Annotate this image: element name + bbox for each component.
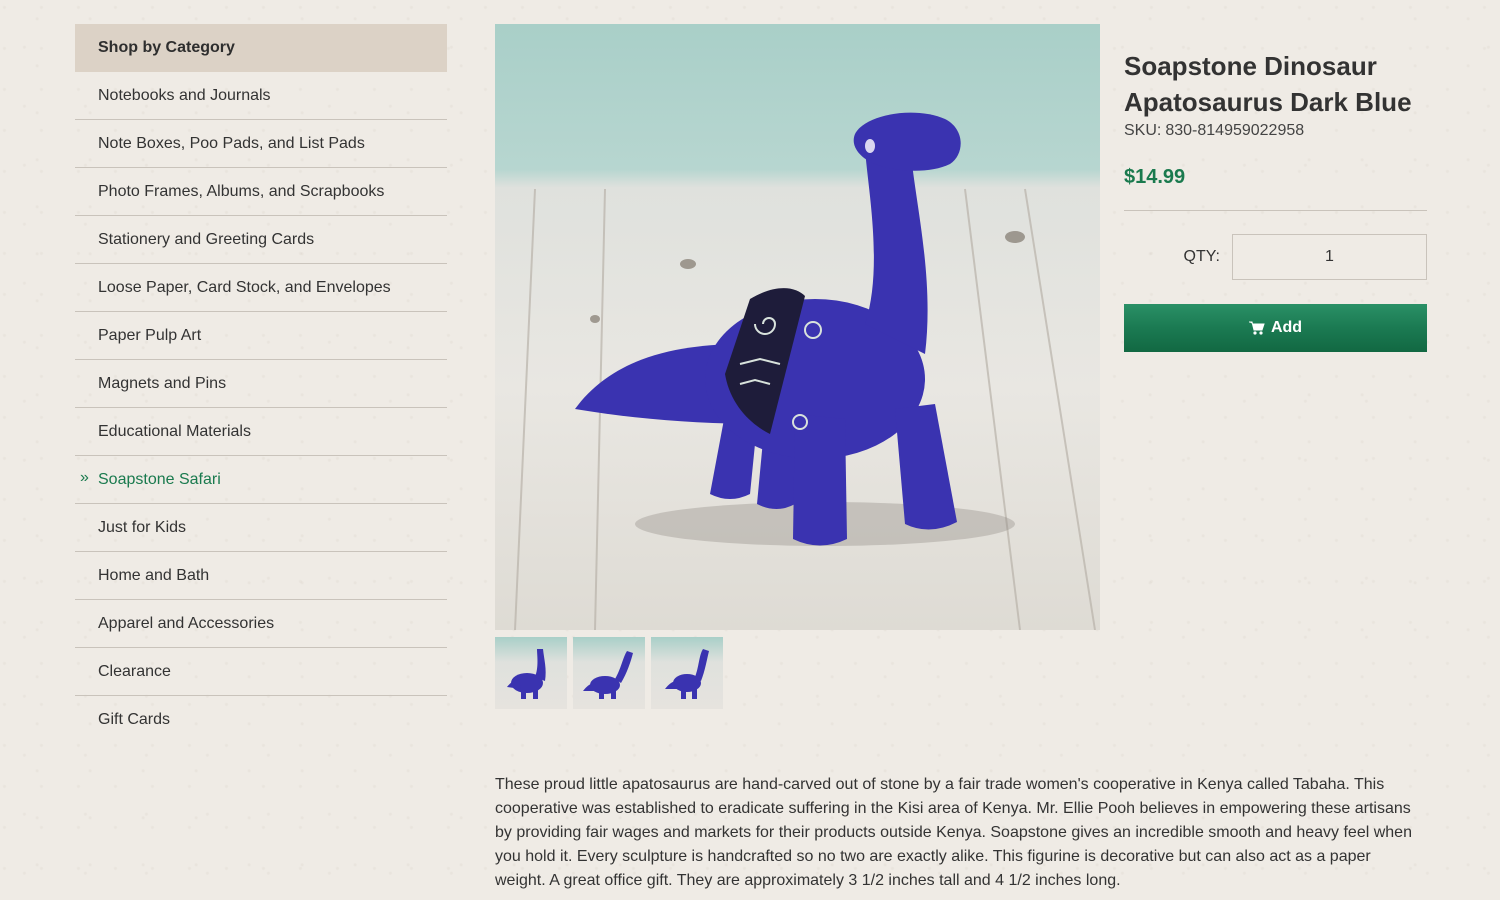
sku-value: 830-814959022958	[1165, 122, 1305, 139]
sidebar-item-label: Soapstone Safari	[98, 470, 221, 488]
sidebar-item-label: Note Boxes, Poo Pads, and List Pads	[98, 134, 365, 152]
sidebar-item-loose-paper-card-stock-and-envelopes[interactable]: Loose Paper, Card Stock, and Envelopes	[75, 264, 447, 312]
sidebar-item-label: Notebooks and Journals	[98, 86, 271, 104]
sidebar-item-label: Clearance	[98, 662, 171, 680]
sidebar-item-soapstone-safari[interactable]: » Soapstone Safari	[75, 456, 447, 504]
sidebar-item-label: Photo Frames, Albums, and Scrapbooks	[98, 182, 385, 200]
sidebar-item-gift-cards[interactable]: Gift Cards	[75, 696, 447, 743]
product-info: Soapstone Dinosaur Apatosaurus Dark Blue…	[1124, 48, 1427, 352]
thumbnail-2[interactable]	[573, 637, 645, 709]
add-button-label: Add	[1270, 319, 1303, 336]
sidebar-item-clearance[interactable]: Clearance	[75, 648, 447, 696]
sidebar-heading: Shop by Category	[75, 24, 447, 72]
sidebar-item-note-boxes-poo-pads-and-list-pads[interactable]: Note Boxes, Poo Pads, and List Pads	[75, 120, 447, 168]
sidebar-item-label: Paper Pulp Art	[98, 326, 202, 344]
divider	[1124, 210, 1427, 211]
dinosaur-photo	[514, 112, 1096, 630]
sidebar-item-label: Just for Kids	[98, 518, 187, 536]
thumbnail-image	[665, 649, 709, 699]
sidebar-item-paper-pulp-art[interactable]: Paper Pulp Art	[75, 312, 447, 360]
sidebar-item-label: Apparel and Accessories	[98, 614, 275, 632]
sidebar-item-label: Magnets and Pins	[98, 374, 227, 392]
category-sidebar: Shop by Category Notebooks and Journals N…	[75, 24, 447, 743]
thumbnail-image	[583, 651, 633, 699]
thumbnail-strip	[495, 637, 723, 709]
sidebar-item-educational-materials[interactable]: Educational Materials	[75, 408, 447, 456]
product-sku: SKU: 830-814959022958	[1124, 122, 1427, 140]
sidebar-item-stationery-and-greeting-cards[interactable]: Stationery and Greeting Cards	[75, 216, 447, 264]
sidebar-item-label: Educational Materials	[98, 422, 251, 440]
sidebar-item-magnets-and-pins[interactable]: Magnets and Pins	[75, 360, 447, 408]
sidebar-item-label: Gift Cards	[98, 710, 171, 728]
active-marker-icon: »	[80, 469, 89, 486]
thumbnail-1[interactable]	[495, 637, 567, 709]
sidebar-item-just-for-kids[interactable]: Just for Kids	[75, 504, 447, 552]
sidebar-item-label: Home and Bath	[98, 566, 210, 584]
quantity-input[interactable]	[1232, 234, 1427, 280]
sidebar-item-photo-frames-albums-and-scrapbooks[interactable]: Photo Frames, Albums, and Scrapbooks	[75, 168, 447, 216]
sidebar-item-label: Stationery and Greeting Cards	[98, 230, 315, 248]
sidebar-item-home-and-bath[interactable]: Home and Bath	[75, 552, 447, 600]
sku-label: SKU:	[1124, 122, 1162, 139]
thumbnail-3[interactable]	[651, 637, 723, 709]
quantity-row: QTY:	[1124, 234, 1427, 280]
sidebar-item-notebooks-and-journals[interactable]: Notebooks and Journals	[75, 72, 447, 120]
thumbnail-image	[507, 649, 546, 699]
product-main-image[interactable]	[495, 24, 1100, 630]
sidebar-item-apparel-and-accessories[interactable]: Apparel and Accessories	[75, 600, 447, 648]
sidebar-item-label: Loose Paper, Card Stock, and Envelopes	[98, 278, 391, 296]
product-title: Soapstone Dinosaur Apatosaurus Dark Blue	[1124, 51, 1412, 117]
cart-icon	[1248, 321, 1265, 335]
qty-label: QTY:	[1183, 248, 1220, 265]
add-to-cart-button[interactable]: Add	[1124, 304, 1427, 352]
product-price: $14.99	[1124, 166, 1186, 188]
product-description: These proud little apatosaurus are hand-…	[495, 776, 1412, 889]
category-list: Notebooks and Journals Note Boxes, Poo Pa…	[75, 72, 447, 743]
